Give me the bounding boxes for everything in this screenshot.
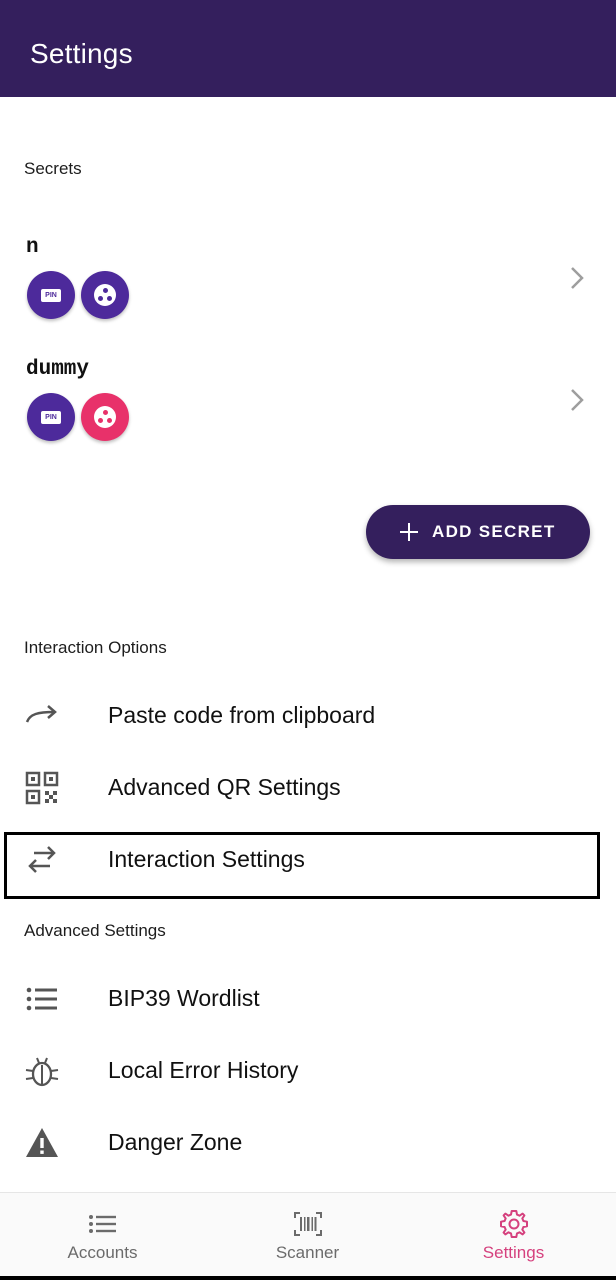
nav-tab-accounts[interactable]: Accounts: [0, 1193, 205, 1277]
page-title: Settings: [30, 38, 133, 69]
bip39-wordlist-item[interactable]: BIP39 Wordlist: [0, 963, 616, 1035]
secret-name: n: [26, 236, 39, 259]
nav-label: Scanner: [275, 1243, 340, 1262]
list-item-label: BIP39 Wordlist: [108, 985, 260, 1011]
pin-icon: PIN: [41, 288, 61, 302]
highlight-frame: [4, 832, 600, 899]
list-icon: [26, 987, 57, 1011]
section-label-advanced: Advanced Settings: [24, 921, 166, 940]
chevron-right-icon: [571, 267, 584, 289]
secret-name: dummy: [26, 358, 90, 381]
chevron-right-icon: [571, 389, 584, 411]
local-error-history-item[interactable]: Local Error History: [0, 1035, 616, 1107]
dots-icon: [94, 284, 116, 306]
app-bar: Settings: [0, 0, 616, 97]
nav-label: Accounts: [67, 1243, 138, 1262]
advanced-qr-settings-item[interactable]: Advanced QR Settings: [0, 752, 616, 824]
qr-code-icon: [25, 771, 59, 805]
section-label-secrets: Secrets: [24, 159, 82, 178]
warning-icon: [26, 1128, 58, 1157]
shares-badge: [81, 393, 129, 441]
barcode-icon: [294, 1212, 322, 1236]
list-item-label: Local Error History: [108, 1057, 299, 1083]
nav-tab-scanner[interactable]: Scanner: [205, 1193, 410, 1277]
pin-badge: PIN: [27, 271, 75, 319]
add-secret-button[interactable]: ADD SECRET: [366, 505, 590, 559]
bottom-navigation: Accounts Scanner Settings: [0, 1192, 616, 1277]
dots-icon: [94, 406, 116, 428]
gear-icon: [500, 1210, 528, 1238]
secret-item[interactable]: dummy PIN: [0, 358, 616, 468]
nav-label: Settings: [482, 1243, 545, 1262]
secret-item[interactable]: n PIN: [0, 236, 616, 346]
add-secret-label: ADD SECRET: [432, 522, 556, 541]
bug-icon: [25, 1057, 59, 1087]
section-label-interaction: Interaction Options: [24, 638, 167, 657]
shares-badge: [81, 271, 129, 319]
list-item-label: Paste code from clipboard: [108, 702, 376, 728]
danger-zone-item[interactable]: Danger Zone: [0, 1107, 616, 1179]
screen-edge: [0, 1276, 616, 1280]
pin-badge: PIN: [27, 393, 75, 441]
list-icon: [89, 1215, 116, 1233]
paste-code-item[interactable]: Paste code from clipboard: [0, 680, 616, 752]
nav-tab-settings[interactable]: Settings: [411, 1193, 616, 1277]
list-item-label: Danger Zone: [108, 1129, 243, 1155]
pin-icon: PIN: [41, 410, 61, 424]
redirect-arrow-icon: [25, 705, 57, 723]
list-item-label: Advanced QR Settings: [108, 774, 341, 800]
plus-icon: [400, 523, 418, 541]
